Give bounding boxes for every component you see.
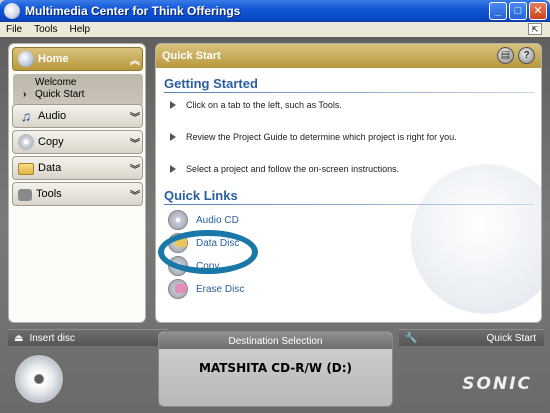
sonic-logo: SONIC (462, 374, 532, 394)
quick-start-bar[interactable]: 🔧 Quick Start (399, 329, 544, 346)
divider (164, 92, 534, 93)
nav-data-label: Data (38, 162, 62, 174)
chevron-down-icon[interactable]: ︾ (128, 161, 142, 176)
app-body: Home ︽ Welcome Quick Start ♫ Audio ︾ Cop… (0, 37, 550, 413)
nav-audio-label: Audio (38, 110, 67, 122)
help-icon[interactable]: ? (518, 47, 535, 64)
step-1: Click on a tab to the left, such as Tool… (170, 100, 342, 110)
nav-data[interactable]: Data ︾ (12, 156, 143, 180)
menu-bar: File Tools Help ⇱ (0, 22, 550, 37)
chevron-up-icon[interactable]: ︽ (128, 52, 142, 67)
link-audio-cd-label: Audio CD (196, 214, 239, 226)
compact-view-icon[interactable]: ⇱ (528, 23, 542, 35)
title-bar: Multimedia Center for Think Offerings _ … (0, 0, 550, 22)
chevron-down-icon[interactable]: ︾ (128, 109, 142, 124)
link-erase-disc-label: Erase Disc (196, 283, 245, 295)
step-2: Review the Project Guide to determine wh… (170, 132, 457, 142)
app-icon (4, 3, 20, 19)
chevron-down-icon[interactable]: ︾ (128, 187, 142, 202)
folder-icon (18, 163, 34, 175)
step-1-text: Click on a tab to the left, such as Tool… (186, 100, 342, 110)
nav-tools[interactable]: Tools ︾ (12, 182, 143, 206)
nav-copy[interactable]: Copy ︾ (12, 130, 143, 154)
nav-quick-start[interactable]: Quick Start (35, 89, 143, 101)
maximize-button[interactable]: □ (509, 2, 527, 20)
step-3: Select a project and follow the on-scree… (170, 164, 399, 174)
insert-disc-area[interactable]: ⏏ Insert disc (8, 329, 168, 407)
bottom-bar: ⏏ Insert disc Destination Selection MATS… (0, 323, 550, 413)
wrench-icon: 🔧 (405, 332, 418, 344)
panel-header: Quick Start ▤ ? (156, 44, 541, 68)
window-title: Multimedia Center for Think Offerings (25, 4, 241, 18)
insert-disc-label: Insert disc (29, 332, 76, 344)
nav-welcome[interactable]: Welcome (35, 77, 143, 89)
home-icon (18, 51, 34, 67)
link-erase-disc[interactable]: Erase Disc (168, 279, 244, 299)
quick-start-label: Quick Start (486, 332, 536, 344)
close-button[interactable]: ✕ (529, 2, 547, 20)
home-watermark-icon (411, 164, 541, 314)
tools-icon (18, 189, 32, 201)
nav-audio[interactable]: ♫ Audio ︾ (12, 104, 143, 128)
destination-label: Destination Selection (228, 335, 323, 347)
menu-help[interactable]: Help (69, 24, 90, 35)
destination-selection[interactable]: Destination Selection MATSHITA CD-R/W (D… (158, 331, 393, 407)
quick-start-area: 🔧 Quick Start SONIC (399, 329, 544, 407)
minimize-button[interactable]: _ (489, 2, 507, 20)
highlight-ellipse (158, 230, 258, 274)
arrow-icon (170, 133, 176, 141)
window-controls: _ □ ✕ (489, 2, 547, 20)
menu-tools[interactable]: Tools (34, 24, 57, 35)
eject-icon[interactable]: ⏏ (14, 333, 23, 344)
audio-cd-icon (168, 210, 188, 230)
drive-name[interactable]: MATSHITA CD-R/W (D:) (159, 361, 392, 375)
print-icon[interactable]: ▤ (497, 47, 514, 64)
insert-disc-bar: ⏏ Insert disc (8, 329, 168, 346)
nav-tools-label: Tools (36, 188, 62, 200)
step-2-text: Review the Project Guide to determine wh… (186, 132, 457, 142)
disc-icon (18, 134, 34, 150)
navigation-panel: Home ︽ Welcome Quick Start ♫ Audio ︾ Cop… (8, 43, 146, 323)
nav-copy-label: Copy (38, 136, 64, 148)
quick-start-panel: Quick Start ▤ ? Getting Started Click on… (155, 43, 542, 323)
divider (164, 204, 534, 205)
destination-bar: Destination Selection (159, 332, 392, 349)
getting-started-title: Getting Started (164, 76, 258, 91)
arrow-icon (170, 101, 176, 109)
disc-icon (14, 354, 64, 404)
menu-file[interactable]: File (6, 24, 22, 35)
step-3-text: Select a project and follow the on-scree… (186, 164, 400, 174)
arrow-icon (170, 165, 176, 173)
chevron-down-icon[interactable]: ︾ (128, 135, 142, 150)
quick-links-title: Quick Links (164, 188, 238, 203)
nav-home[interactable]: Home ︽ (12, 47, 143, 71)
music-note-icon: ♫ (20, 108, 32, 124)
panel-title: Quick Start (162, 50, 221, 62)
erase-disc-icon (168, 279, 188, 299)
home-subitems: Welcome Quick Start (13, 74, 143, 106)
nav-home-label: Home (38, 53, 69, 65)
link-audio-cd[interactable]: Audio CD (168, 210, 239, 230)
